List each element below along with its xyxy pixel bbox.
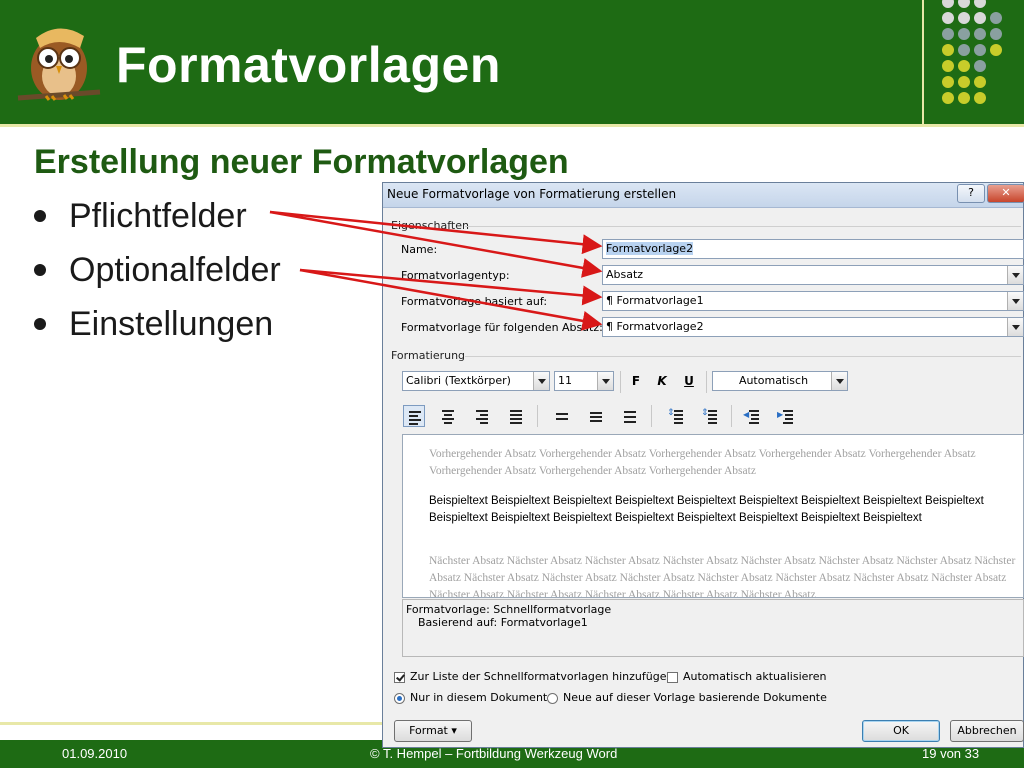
based-on-select[interactable]: ¶ Formatvorlage1 — [602, 291, 1024, 311]
header-accent-line — [0, 124, 1024, 127]
space-after-icon[interactable]: ⇕ — [699, 405, 721, 427]
only-this-document-radio[interactable] — [394, 693, 405, 704]
next-style-value: ¶ Formatvorlage2 — [606, 320, 704, 333]
type-label: Formatvorlagentyp: — [401, 269, 510, 282]
new-style-dialog: Neue Formatvorlage von Formatierung erst… — [382, 182, 1024, 748]
font-value: Calibri (Textkörper) — [406, 374, 511, 387]
chevron-down-icon[interactable] — [597, 372, 613, 390]
only-this-document-label: Nur in diesem Dokument — [410, 691, 548, 704]
toolbar-separator — [706, 371, 707, 393]
preview-sample-text: Beispieltext Beispieltext Beispieltext B… — [429, 495, 984, 524]
align-right-icon[interactable] — [471, 405, 493, 427]
new-documents-label: Neue auf dieser Vorlage basierende Dokum… — [563, 691, 827, 704]
slide-header: Formatvorlagen — [0, 0, 1024, 124]
font-select[interactable]: Calibri (Textkörper) — [402, 371, 550, 391]
name-input[interactable]: Formatvorlage2 — [602, 239, 1024, 259]
footer-copyright: © T. Hempel – Fortbildung Werkzeug Word — [370, 746, 618, 761]
type-value: Absatz — [606, 268, 644, 281]
based-on-value: ¶ Formatvorlage1 — [606, 294, 704, 307]
close-button[interactable]: ✕ — [987, 184, 1024, 203]
type-select[interactable]: Absatz — [602, 265, 1024, 285]
help-button[interactable]: ? — [957, 184, 985, 203]
underline-button[interactable]: U — [679, 372, 699, 390]
toolbar-separator — [537, 405, 538, 427]
chevron-down-icon[interactable] — [533, 372, 549, 390]
format-menu-button[interactable]: Format ▾ — [394, 720, 472, 742]
preview-previous-paragraph: Vorhergehender Absatz Vorhergehender Abs… — [429, 448, 976, 477]
style-preview: Vorhergehender Absatz Vorhergehender Abs… — [402, 434, 1024, 598]
based-on-label: Formatvorlage basiert auf: — [401, 295, 548, 308]
bold-button[interactable]: F — [626, 372, 646, 390]
double-spacing-icon[interactable] — [619, 405, 641, 427]
single-spacing-icon[interactable] — [551, 405, 573, 427]
group-divider — [465, 356, 1021, 357]
toolbar-separator — [620, 371, 621, 393]
properties-group-label: Eigenschaften — [391, 219, 469, 232]
footer-date: 01.09.2010 — [62, 746, 128, 761]
ok-button[interactable]: OK — [862, 720, 940, 742]
italic-button[interactable]: K — [652, 372, 672, 390]
auto-update-checkbox[interactable] — [667, 672, 678, 683]
auto-update-label: Automatisch aktualisieren — [683, 670, 827, 683]
chevron-down-icon[interactable] — [1007, 292, 1023, 310]
formatting-group-label: Formatierung — [391, 349, 466, 362]
dialog-title: Neue Formatvorlage von Formatierung erst… — [387, 187, 677, 201]
bullet-item: Pflichtfelder — [34, 196, 281, 250]
new-documents-radio[interactable] — [547, 693, 558, 704]
add-to-quick-styles-checkbox[interactable] — [394, 672, 405, 683]
name-label: Name: — [401, 243, 438, 256]
description-line: Basierend auf: Formatvorlage1 — [418, 616, 588, 629]
font-size-value: 11 — [558, 374, 572, 387]
owl-logo-icon — [17, 28, 101, 101]
increase-indent-icon[interactable]: ▶ — [775, 405, 797, 427]
chevron-down-icon[interactable] — [1007, 266, 1023, 284]
font-size-select[interactable]: 11 — [554, 371, 614, 391]
dialog-titlebar[interactable]: Neue Formatvorlage von Formatierung erst… — [383, 183, 1024, 208]
add-to-quick-styles-label: Zur Liste der Schnellformatvorlagen hinz… — [410, 670, 674, 683]
justify-icon[interactable] — [505, 405, 527, 427]
cancel-button[interactable]: Abbrechen — [950, 720, 1024, 742]
one-half-spacing-icon[interactable] — [585, 405, 607, 427]
font-color-value: Automatisch — [738, 374, 809, 387]
bullet-item: Optionalfelder — [34, 250, 281, 304]
align-center-icon[interactable] — [437, 405, 459, 427]
header-divider — [922, 0, 924, 124]
toolbar-separator — [731, 405, 732, 427]
decorative-dots — [942, 0, 1002, 104]
preview-next-paragraph: Nächster Absatz Nächster Absatz Nächster… — [429, 555, 1016, 598]
name-value: Formatvorlage2 — [606, 242, 694, 255]
decrease-indent-icon[interactable]: ◀ — [741, 405, 763, 427]
chevron-down-icon[interactable] — [831, 372, 847, 390]
bullet-item: Einstellungen — [34, 304, 281, 358]
description-line: Formatvorlage: Schnellformatvorlage — [406, 603, 612, 616]
slide-title: Formatvorlagen — [116, 37, 501, 93]
space-before-icon[interactable]: ⇕ — [665, 405, 687, 427]
toolbar-separator — [651, 405, 652, 427]
style-description: Formatvorlage: Schnellformatvorlage Basi… — [402, 599, 1024, 657]
bullet-list: Pflichtfelder Optionalfelder Einstellung… — [34, 196, 281, 358]
align-left-icon[interactable] — [403, 405, 425, 427]
slide-subtitle: Erstellung neuer Formatvorlagen — [34, 143, 569, 181]
font-color-select[interactable]: Automatisch — [712, 371, 848, 391]
next-style-select[interactable]: ¶ Formatvorlage2 — [602, 317, 1024, 337]
chevron-down-icon[interactable] — [1007, 318, 1023, 336]
footer-page-number: 19 von 33 — [922, 746, 980, 761]
group-divider — [465, 226, 1021, 227]
next-style-label: Formatvorlage für folgenden Absatz: — [401, 321, 603, 334]
